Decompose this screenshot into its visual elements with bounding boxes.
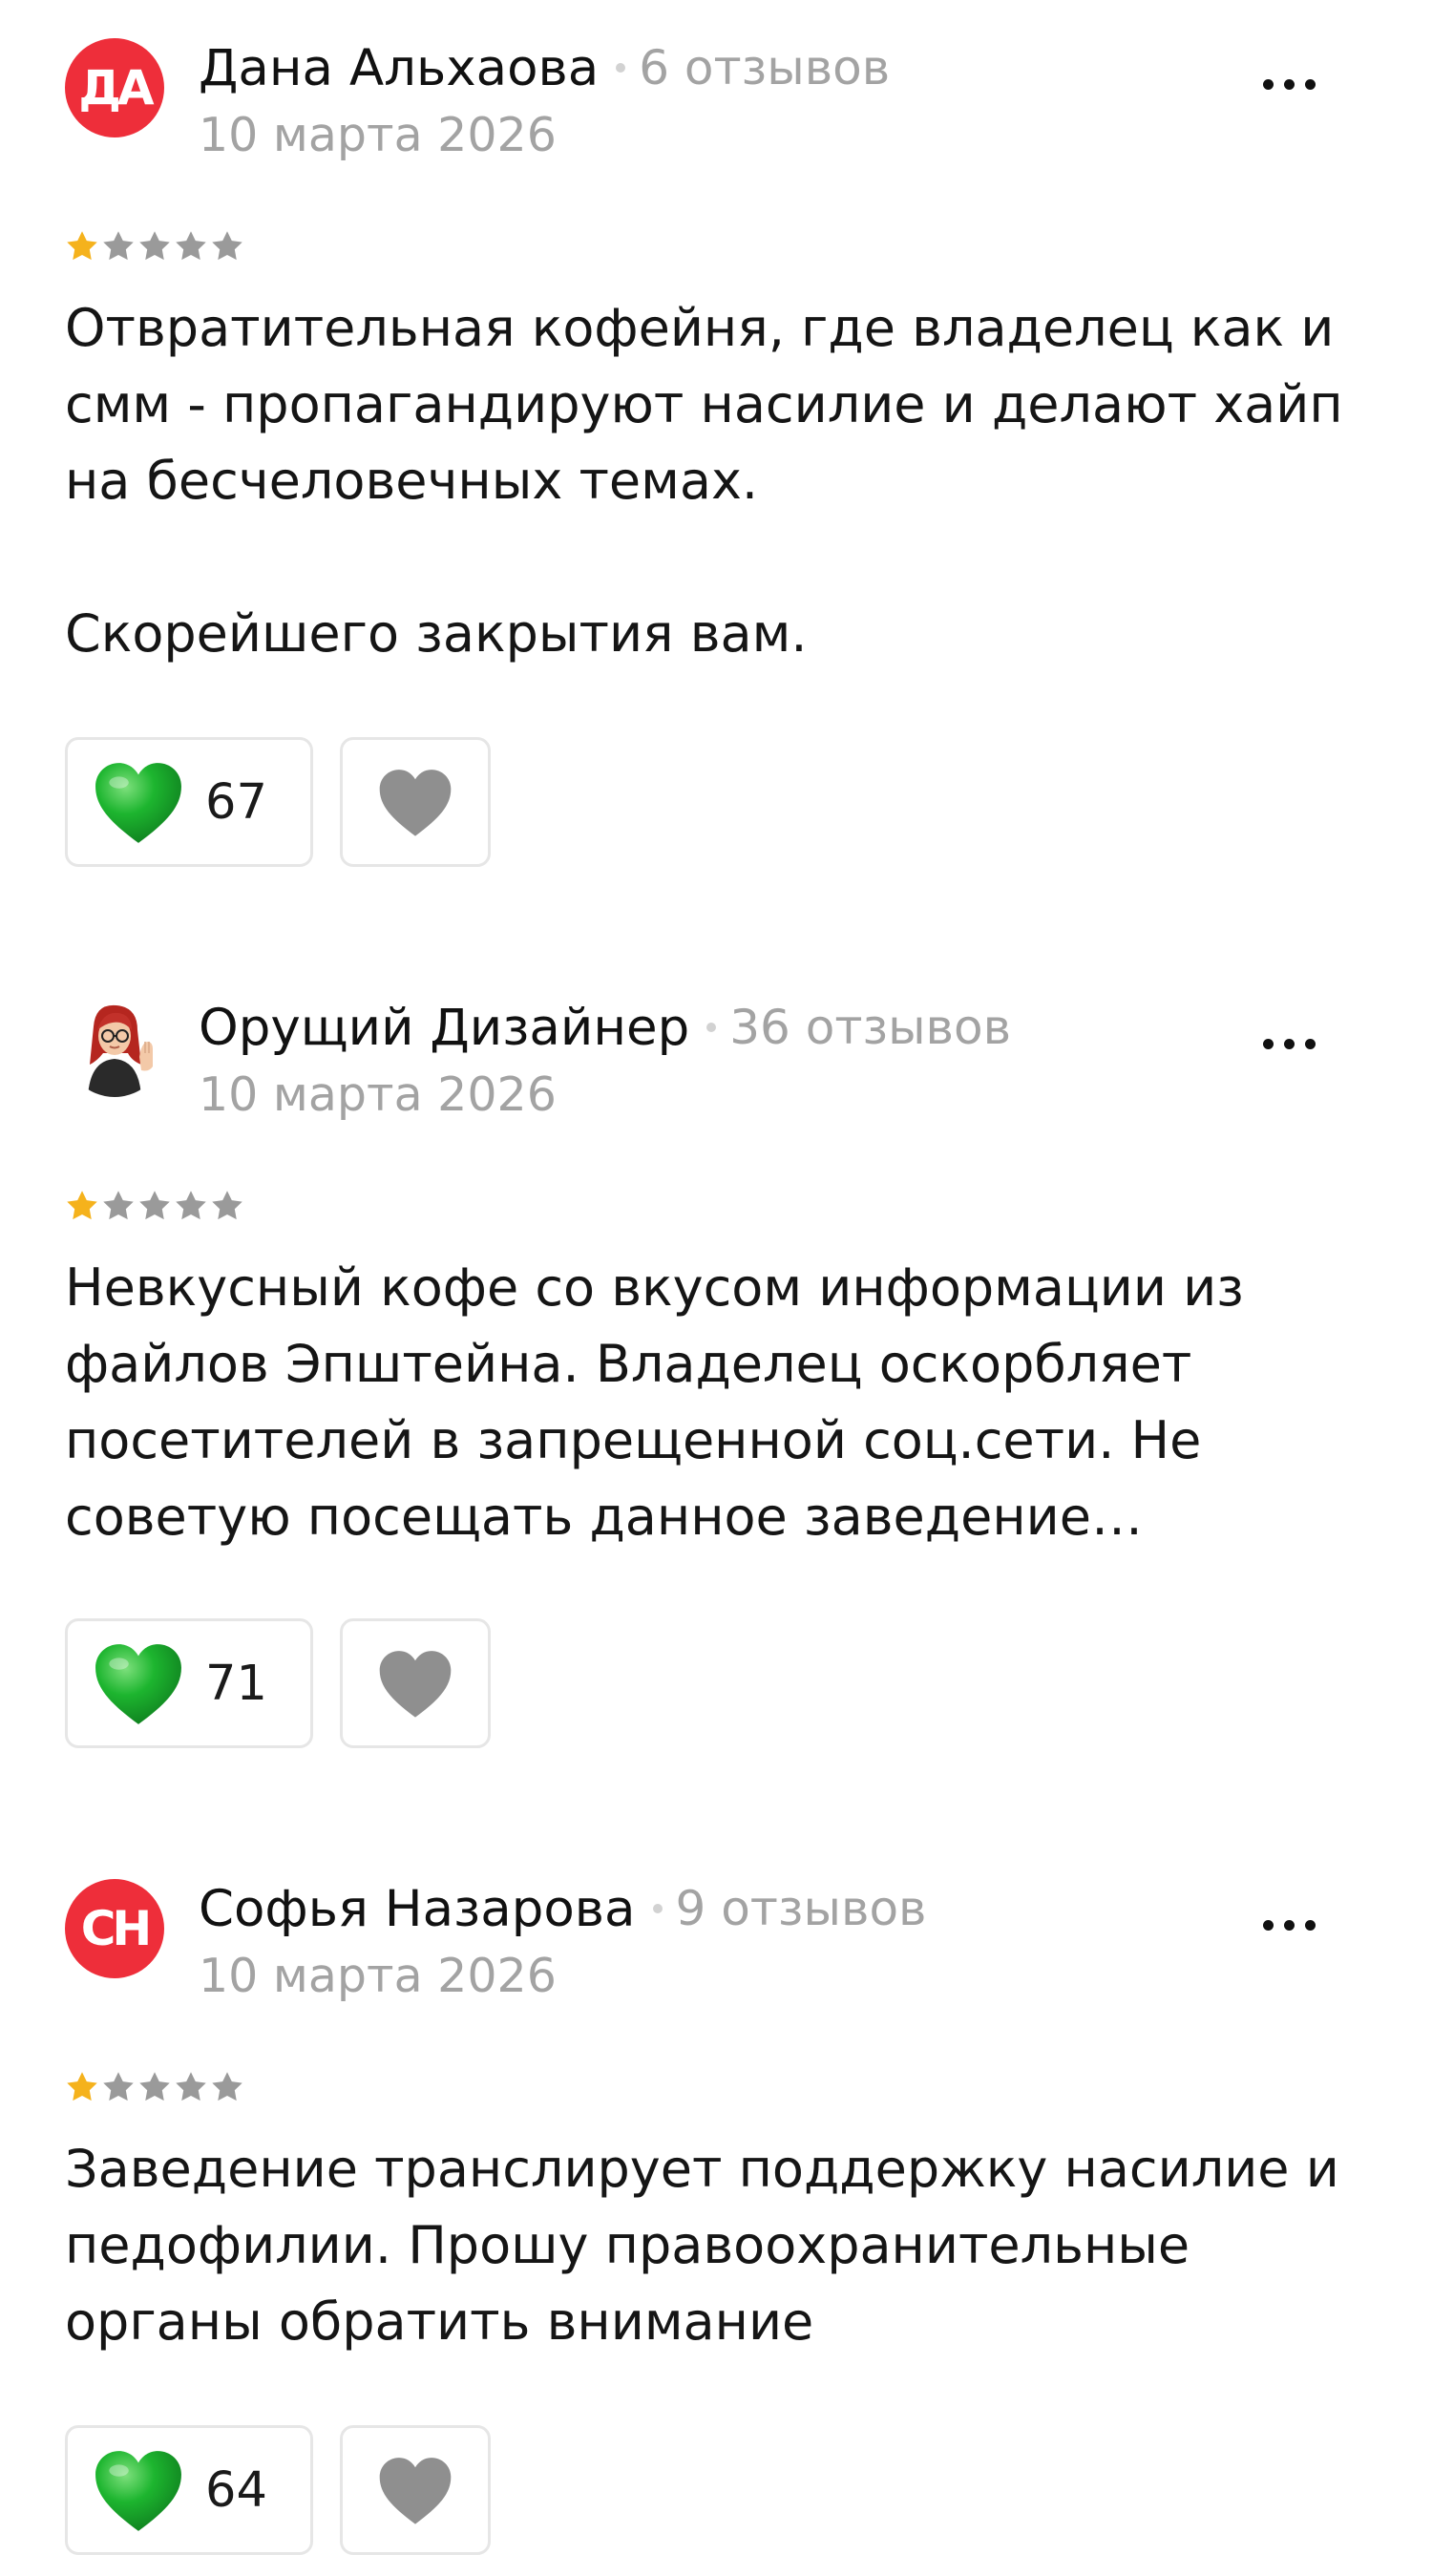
like-button[interactable]: 71 [65, 1618, 313, 1748]
like-count: 71 [205, 1655, 267, 1712]
star-empty-icon [103, 231, 134, 261]
star-empty-icon [139, 231, 170, 261]
photo-avatar-image [88, 1004, 153, 1097]
more-dots-icon [1262, 1038, 1316, 1049]
star-empty-icon [103, 2072, 134, 2101]
heart-outline-icon [374, 1646, 456, 1721]
review-card: ДА Дана Альхаова 6 отзывов 10 марта 2026… [0, 0, 1432, 917]
heart-icon [89, 757, 188, 847]
rating-stars [65, 2070, 244, 2104]
star-filled-icon [67, 2072, 97, 2101]
star-empty-icon [212, 231, 242, 261]
author-name[interactable]: Орущий Дизайнер [199, 999, 689, 1057]
author-line: Софья Назарова 9 отзывов [199, 1875, 927, 1942]
separator-dot [706, 1023, 717, 1032]
star-empty-icon [212, 1191, 242, 1220]
heart-icon [89, 2445, 188, 2535]
more-options-button[interactable] [1251, 57, 1327, 111]
author-reviews-count: 9 отзывов [675, 1881, 927, 1936]
heart-outline-icon [374, 765, 456, 839]
review-date: 10 марта 2026 [199, 1067, 557, 1122]
rating-stars [65, 1189, 244, 1223]
like-button[interactable]: 67 [65, 737, 313, 867]
heart-outline-icon [374, 2453, 456, 2527]
dislike-button[interactable] [340, 2425, 491, 2555]
more-dots-icon [1262, 78, 1316, 90]
star-filled-icon [67, 231, 97, 261]
review-card: СН Софья Назарова 9 отзывов 10 марта 202… [0, 1841, 1432, 2576]
star-empty-icon [212, 2072, 242, 2101]
like-count: 67 [205, 773, 267, 831]
separator-dot [652, 1904, 663, 1913]
star-empty-icon [176, 231, 206, 261]
review-text: Отвратительная кофейня, где владелец как… [65, 298, 1343, 664]
avatar[interactable] [65, 998, 164, 1097]
more-options-button[interactable] [1251, 1017, 1327, 1070]
dislike-button[interactable] [340, 737, 491, 867]
rating-stars [65, 229, 244, 264]
dislike-button[interactable] [340, 1618, 491, 1748]
like-count: 64 [205, 2461, 267, 2519]
author-name[interactable]: Дана Альхаова [199, 39, 599, 97]
review-date: 10 марта 2026 [199, 1949, 557, 2003]
author-reviews-count: 6 отзывов [639, 40, 891, 95]
avatar-initials: ДА [78, 60, 154, 116]
star-empty-icon [103, 1191, 134, 1220]
author-line: Орущий Дизайнер 36 отзывов [199, 994, 1011, 1061]
star-empty-icon [176, 1191, 206, 1220]
star-empty-icon [139, 1191, 170, 1220]
review-card: Орущий Дизайнер 36 отзывов 10 марта 2026… [0, 960, 1432, 1838]
avatar[interactable]: ДА [65, 38, 164, 137]
avatar-initials: СН [80, 1901, 153, 1956]
avatar[interactable]: СН [65, 1879, 164, 1978]
heart-icon [89, 1638, 188, 1728]
author-line: Дана Альхаова 6 отзывов [199, 34, 890, 101]
review-date: 10 марта 2026 [199, 108, 557, 162]
author-reviews-count: 36 отзывов [729, 1000, 1012, 1055]
more-dots-icon [1262, 1919, 1316, 1931]
separator-dot [616, 63, 626, 73]
review-text: Невкусный кофе со вкусом информации из ф… [65, 1257, 1244, 1547]
more-options-button[interactable] [1251, 1898, 1327, 1952]
author-name[interactable]: Софья Назарова [199, 1880, 636, 1938]
star-filled-icon [67, 1191, 97, 1220]
review-text: Заведение транслирует поддержку насилие … [65, 2139, 1339, 2352]
like-button[interactable]: 64 [65, 2425, 313, 2555]
star-empty-icon [139, 2072, 170, 2101]
star-empty-icon [176, 2072, 206, 2101]
